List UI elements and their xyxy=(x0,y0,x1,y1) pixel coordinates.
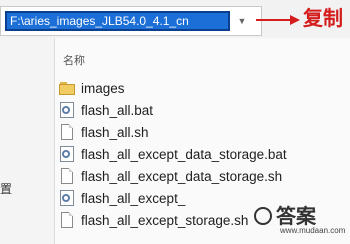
watermark: 答案 www.mudaan.com xyxy=(254,204,346,236)
file-name: flash_all_except_storage.sh xyxy=(81,212,249,228)
watermark-url: www.mudaan.com xyxy=(280,226,346,235)
document-icon xyxy=(59,168,75,184)
chevron-down-icon[interactable]: ▼ xyxy=(235,13,249,29)
watermark-text: 答案 xyxy=(276,204,316,228)
file-name: flash_all.bat xyxy=(81,102,154,118)
gear-file-icon xyxy=(59,102,75,118)
nav-item-partial[interactable]: 置 xyxy=(0,180,12,197)
file-row[interactable]: flash_all_except_data_storage.sh xyxy=(59,166,349,186)
file-name: flash_all_except_data_storage.bat xyxy=(81,146,287,162)
file-name: images xyxy=(81,80,125,96)
address-path-field[interactable]: F:\aries_images_JLB54.0_4.1_cn xyxy=(5,11,230,31)
arrow-right-icon xyxy=(256,15,300,25)
document-icon xyxy=(59,124,75,140)
file-name: flash_all.sh xyxy=(81,124,149,140)
watermark-logo-icon xyxy=(254,207,272,225)
gear-file-icon xyxy=(59,146,75,162)
address-bar: F:\aries_images_JLB54.0_4.1_cn ▼ xyxy=(0,6,262,36)
file-name: flash_all_except_data_storage.sh xyxy=(81,168,283,184)
file-name: flash_all_except_ xyxy=(81,190,186,206)
copy-annotation-label: 复制 xyxy=(303,8,343,30)
name-column-header[interactable]: 名称 xyxy=(63,52,85,68)
file-row[interactable]: flash_all.sh xyxy=(59,122,349,142)
folder-icon xyxy=(59,80,75,96)
file-row[interactable]: flash_all.bat xyxy=(59,100,349,120)
gear-file-icon xyxy=(59,190,75,206)
navigation-pane: 置 xyxy=(0,38,55,244)
file-row[interactable]: flash_all_except_data_storage.bat xyxy=(59,144,349,164)
document-icon xyxy=(59,212,75,228)
file-row[interactable]: images xyxy=(59,78,349,98)
